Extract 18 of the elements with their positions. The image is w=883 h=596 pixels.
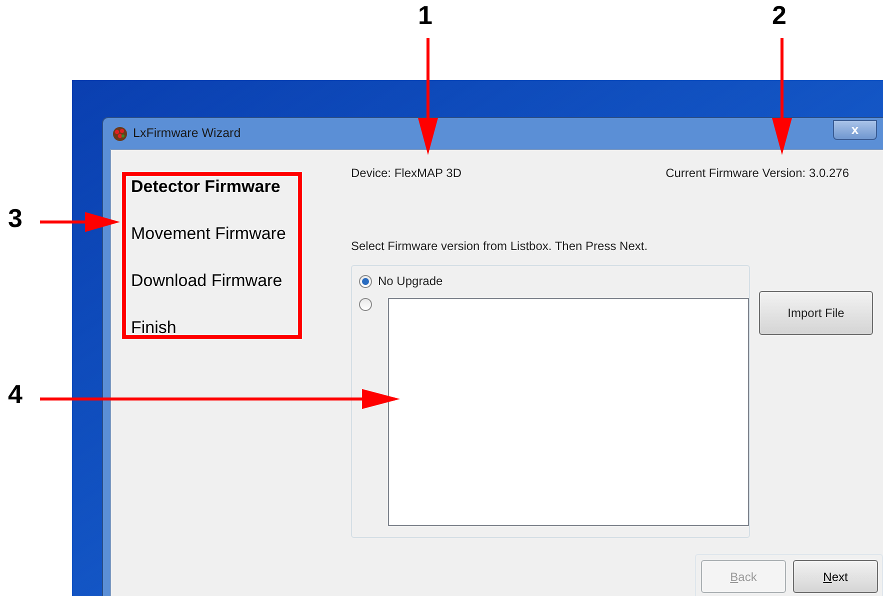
wizard-step: Movement Firmware (131, 223, 351, 245)
app-icon (112, 126, 128, 142)
radio-button[interactable] (359, 298, 372, 311)
window-title: LxFirmware Wizard (133, 125, 241, 142)
instruction-text: Select Firmware version from Listbox. Then Press Next. (351, 238, 649, 255)
device-label: Device: FlexMAP 3D (351, 165, 462, 182)
wizard-step: Detector Firmware (131, 176, 351, 198)
callout-number: 2 (772, 2, 786, 28)
wizard-step: Finish (131, 317, 351, 339)
import-file-button[interactable]: Import File (759, 291, 873, 335)
callout-number: 1 (418, 2, 432, 28)
callout-number: 3 (8, 205, 22, 231)
radio-button[interactable] (359, 274, 372, 288)
firmware-version-label: Current Firmware Version: 3.0.276 (666, 165, 849, 182)
option-label: No Upgrade (378, 273, 443, 290)
wizard-step: Download Firmware (131, 270, 351, 292)
next-button[interactable]: Next (793, 560, 878, 593)
callout-number: 4 (8, 381, 22, 407)
